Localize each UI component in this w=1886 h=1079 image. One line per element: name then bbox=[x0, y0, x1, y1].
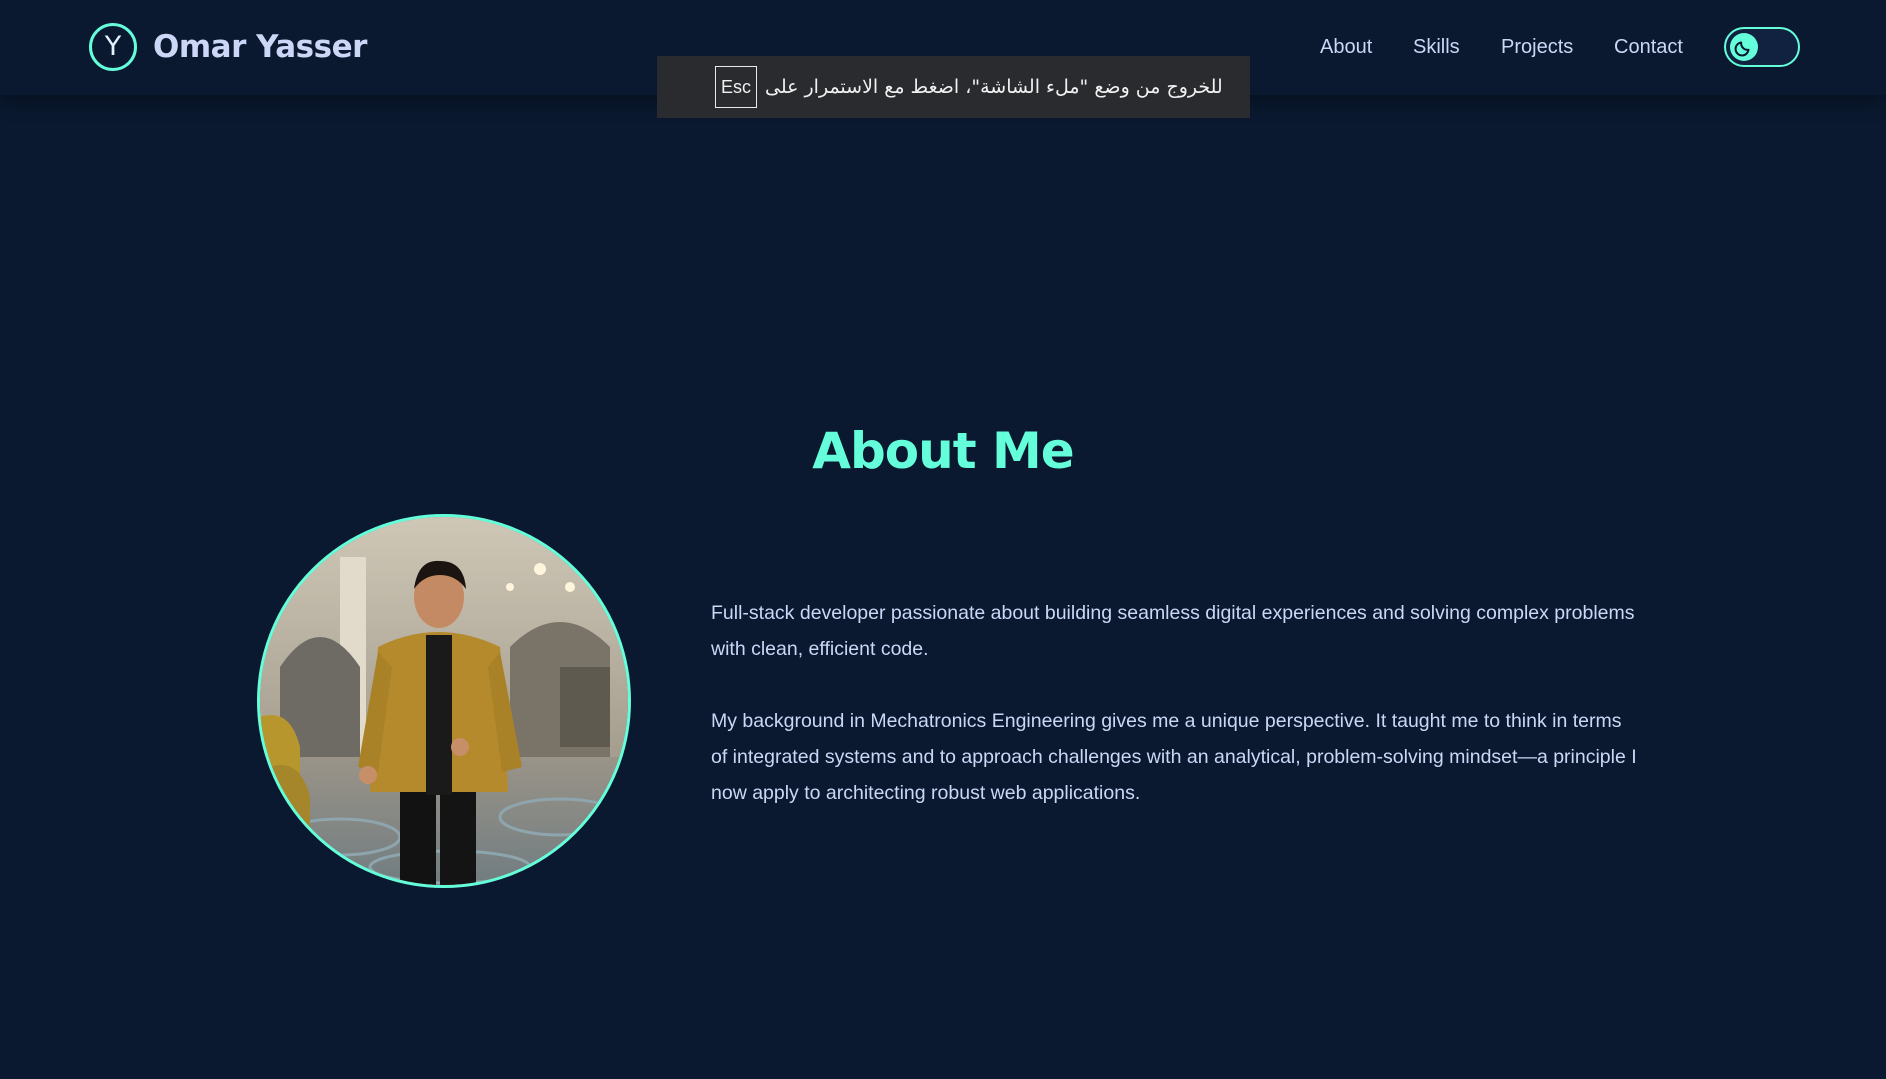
brand-name[interactable]: Omar Yasser bbox=[153, 26, 367, 68]
nav-contact[interactable]: Contact bbox=[1614, 35, 1683, 59]
moon-icon bbox=[1734, 41, 1750, 57]
section-title: About Me bbox=[812, 421, 1074, 480]
logo-icon[interactable]: Y bbox=[89, 23, 137, 71]
nav-projects[interactable]: Projects bbox=[1501, 35, 1573, 59]
bio-paragraph-1: Full-stack developer passionate about bu… bbox=[711, 602, 1635, 660]
nav-about[interactable]: About bbox=[1320, 35, 1372, 59]
profile-photo-image bbox=[260, 517, 628, 885]
fullscreen-exit-notice: Esc للخروج من وضع "ملء الشاشة"، اضغط مع … bbox=[657, 56, 1250, 118]
profile-photo bbox=[257, 514, 631, 888]
fullscreen-notice-text: للخروج من وضع "ملء الشاشة"، اضغط مع الاس… bbox=[765, 76, 1223, 98]
bio-paragraph-2: My background in Mechatronics Engineerin… bbox=[711, 710, 1637, 804]
logo-letter: Y bbox=[104, 31, 122, 62]
theme-toggle[interactable] bbox=[1724, 27, 1800, 67]
toggle-knob bbox=[1730, 33, 1758, 61]
nav-skills[interactable]: Skills bbox=[1413, 35, 1460, 59]
esc-key-badge: Esc bbox=[715, 66, 757, 108]
